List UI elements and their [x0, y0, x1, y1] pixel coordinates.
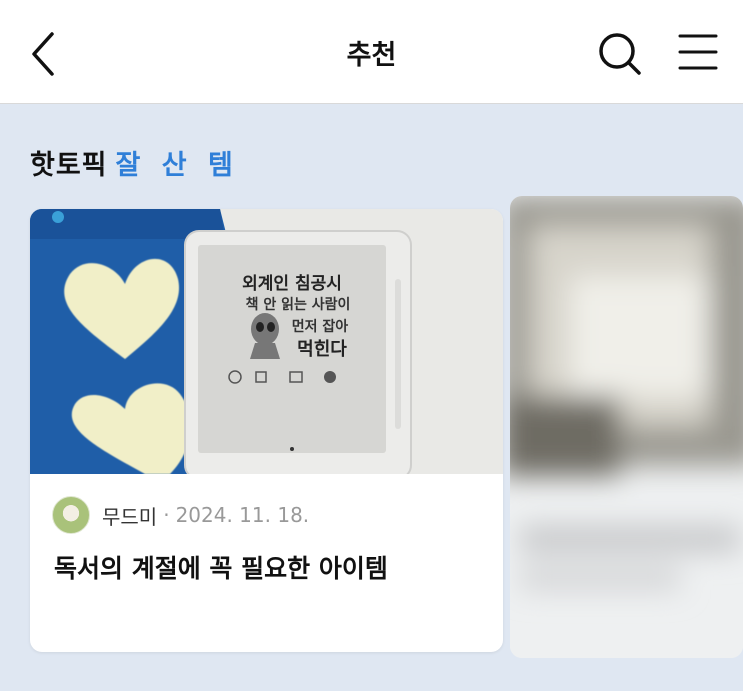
- ereader-line-2: 책 안 읽는 사람이: [246, 296, 351, 313]
- next-topic-card-preview[interactable]: [510, 196, 743, 658]
- menu-button[interactable]: [676, 30, 720, 74]
- ereader-illustration: 외계인 침공시 책 안 읽는 사람이 먼저 잡아 먹힌다: [184, 230, 412, 474]
- avatar[interactable]: [52, 496, 90, 534]
- ereader-line-3: 먼저 잡아: [292, 318, 349, 335]
- section-title-label: 핫토픽: [30, 150, 108, 181]
- search-button[interactable]: [594, 28, 644, 78]
- top-navigation-bar: 추천: [0, 0, 743, 104]
- post-date: 2024. 11. 18.: [175, 503, 310, 527]
- card-title[interactable]: 독서의 계절에 꼭 필요한 아이템: [54, 549, 388, 585]
- card-thumbnail: 외계인 침공시 책 안 읽는 사람이 먼저 잡아 먹힌다: [30, 209, 503, 474]
- ereader-line-4: 먹힌다: [297, 339, 347, 360]
- meta-separator: ·: [163, 503, 170, 527]
- author-name[interactable]: 무드미: [102, 501, 157, 530]
- search-icon: [599, 33, 641, 75]
- section-title-accent: 잘 산 템: [115, 150, 239, 181]
- section-heading: 핫토픽 잘 산 템: [30, 143, 239, 182]
- topic-card[interactable]: 외계인 침공시 책 안 읽는 사람이 먼저 잡아 먹힌다 무드미 · 2024.…: [30, 209, 503, 652]
- hamburger-menu-icon: [678, 34, 718, 70]
- card-meta: 무드미 · 2024. 11. 18.: [52, 496, 310, 534]
- ereader-line-1: 외계인 침공시: [242, 273, 342, 294]
